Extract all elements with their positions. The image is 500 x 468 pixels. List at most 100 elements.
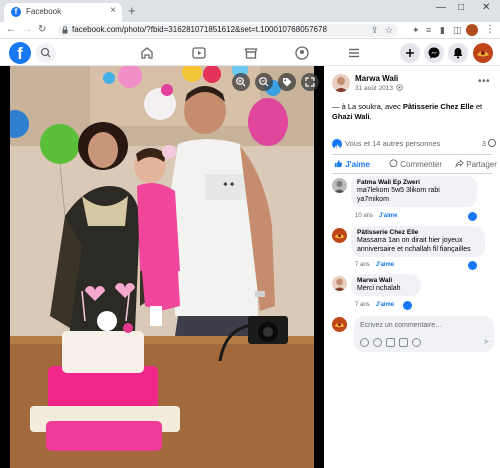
share-button-label: Partager — [466, 160, 497, 169]
sticker-icon[interactable] — [412, 338, 421, 347]
caption-suffix: . — [369, 112, 372, 121]
extension-puzzle-icon[interactable]: ✦ — [412, 25, 420, 36]
comment-age[interactable]: 7 ans — [355, 302, 370, 308]
comment-author[interactable]: Fatma Wali Ep Zweri — [357, 179, 471, 186]
url-text[interactable]: facebook.com/photo/?fbid=316281071851612… — [72, 25, 327, 34]
comment-input[interactable] — [360, 319, 488, 331]
camera-icon[interactable] — [386, 338, 395, 347]
home-icon[interactable] — [139, 45, 155, 61]
svg-text:✦✦: ✦✦ — [222, 180, 236, 189]
new-tab-icon[interactable]: + — [128, 3, 136, 18]
tag-photo-button[interactable] — [278, 73, 296, 91]
post-author-name[interactable]: Marwa Wali — [355, 74, 398, 83]
browser-profile-avatar[interactable] — [466, 24, 478, 36]
bell-icon — [453, 48, 463, 59]
minimize-icon[interactable]: — — [436, 2, 446, 13]
caption-and: et — [473, 102, 483, 111]
reload-icon[interactable]: ↻ — [38, 24, 46, 35]
comment-bubble: Marwa Wali Merci nchalah — [351, 274, 421, 296]
zoom-in-button[interactable] — [232, 73, 250, 91]
commenter-avatar[interactable] — [332, 276, 347, 291]
share-page-icon[interactable]: ⇪ — [371, 25, 379, 36]
comment-author[interactable]: Pâtisserie Chez Elle — [357, 229, 479, 236]
notifications-button[interactable] — [448, 43, 468, 63]
avatar-sticker-icon[interactable] — [360, 338, 369, 347]
comment-age[interactable]: 10 ans — [355, 213, 373, 219]
comment-button[interactable]: Commenter — [389, 159, 442, 169]
share-button[interactable]: Partager — [455, 159, 497, 169]
groups-icon[interactable] — [294, 45, 310, 61]
comment-icon — [389, 159, 398, 168]
comment-text: Massarra 1an on dirait hier joyeux anniv… — [357, 237, 471, 253]
comment-like-link[interactable]: J'aime — [379, 213, 397, 219]
composer-avatar[interactable] — [332, 317, 347, 332]
party-photo[interactable]: ✦✦ — [10, 66, 314, 468]
actions-top-divider — [332, 154, 492, 155]
search-button[interactable] — [36, 43, 56, 63]
messenger-button[interactable] — [424, 43, 444, 63]
facebook-top-nav: f — [0, 40, 500, 66]
comment-like-link[interactable]: J'aime — [376, 262, 394, 268]
comment-text: Merci nchalah — [357, 285, 401, 292]
fullscreen-button[interactable] — [301, 73, 319, 91]
share-icon — [455, 159, 464, 169]
lock-icon — [62, 26, 68, 34]
reading-list-icon[interactable]: ≡ — [426, 25, 431, 35]
like-button[interactable]: J'aime — [334, 159, 370, 169]
emoji-icon[interactable] — [373, 338, 382, 347]
post-details-panel: Marwa Wali 31 août 2013 ••• — à La soukr… — [324, 66, 500, 468]
tagged-page-link[interactable]: Pâtisserie Chez Elle — [403, 102, 474, 111]
comment-input-box[interactable]: ➤ — [354, 316, 494, 352]
commenter-avatar[interactable] — [332, 228, 347, 243]
bookmark-star-icon[interactable]: ☆ — [385, 25, 393, 36]
post-date[interactable]: 31 août 2013 — [355, 85, 393, 92]
comment-like-reaction-icon — [468, 261, 477, 270]
browser-tab-strip: f Facebook × + — □ ✕ — [0, 0, 500, 22]
author-avatar-image — [334, 77, 348, 92]
zoom-out-button[interactable] — [255, 73, 273, 91]
account-avatar[interactable] — [473, 43, 493, 63]
reactions-count-text[interactable]: Vous et 14 autres personnes — [345, 139, 440, 148]
create-button[interactable] — [400, 43, 420, 63]
facebook-favicon-icon: f — [11, 7, 21, 17]
comment-text: ma7lekom 5w5 3likom rabi ya7mikom — [357, 187, 440, 203]
reactions-summary[interactable]: Vous et 14 autres personnes 3 — [332, 138, 496, 150]
facebook-logo[interactable]: f — [9, 42, 31, 64]
back-icon[interactable]: ← — [6, 24, 16, 35]
comment-like-reaction-icon — [468, 212, 477, 221]
audience-icon[interactable] — [396, 84, 403, 91]
fullscreen-icon — [305, 77, 315, 87]
browser-tab[interactable]: f Facebook × — [4, 3, 122, 22]
comment-like-link[interactable]: J'aime — [376, 302, 394, 308]
plus-icon — [406, 49, 414, 57]
comment-meta: 7 ans J'aime — [355, 302, 394, 308]
like-button-label: J'aime — [345, 160, 370, 169]
address-bar[interactable]: facebook.com/photo/?fbid=316281071851612… — [58, 24, 398, 37]
comment-age[interactable]: 7 ans — [355, 262, 370, 268]
browser-menu-icon[interactable]: ⋮ — [485, 24, 495, 35]
comment-bubble-icon — [488, 139, 496, 147]
gif-icon[interactable] — [399, 338, 408, 347]
comment-author[interactable]: Marwa Wali — [357, 277, 415, 284]
author-avatar[interactable] — [332, 74, 350, 92]
close-tab-icon[interactable]: × — [110, 5, 116, 16]
forward-icon[interactable]: → — [22, 24, 32, 35]
post-actions-bar: J'aime Commenter Partager — [332, 156, 498, 172]
marketplace-icon[interactable] — [243, 45, 259, 61]
commenter-avatar[interactable] — [332, 178, 347, 193]
tagged-person-link[interactable]: Ghazi Wali — [332, 112, 370, 121]
comment-count[interactable]: 3 — [482, 139, 486, 148]
close-window-icon[interactable]: ✕ — [482, 2, 490, 13]
menu-hamburger-icon[interactable] — [346, 45, 362, 61]
comment-meta: 10 ans J'aime — [355, 213, 397, 219]
watch-video-icon[interactable] — [191, 45, 207, 61]
comment-bubble: Pâtisserie Chez Elle Massarra 1an on dir… — [351, 226, 485, 257]
comment-like-reaction-icon — [403, 301, 412, 310]
comment-bubble: Fatma Wali Ep Zweri ma7lekom 5w5 3likom … — [351, 176, 477, 207]
profile-switch-icon[interactable]: ◫ — [453, 25, 462, 36]
side-panel-icon[interactable]: ▮ — [440, 25, 445, 36]
actions-bottom-divider — [332, 173, 492, 174]
send-icon[interactable]: ➤ — [483, 337, 490, 346]
post-options-icon[interactable]: ••• — [478, 76, 490, 87]
maximize-icon[interactable]: □ — [458, 2, 464, 13]
